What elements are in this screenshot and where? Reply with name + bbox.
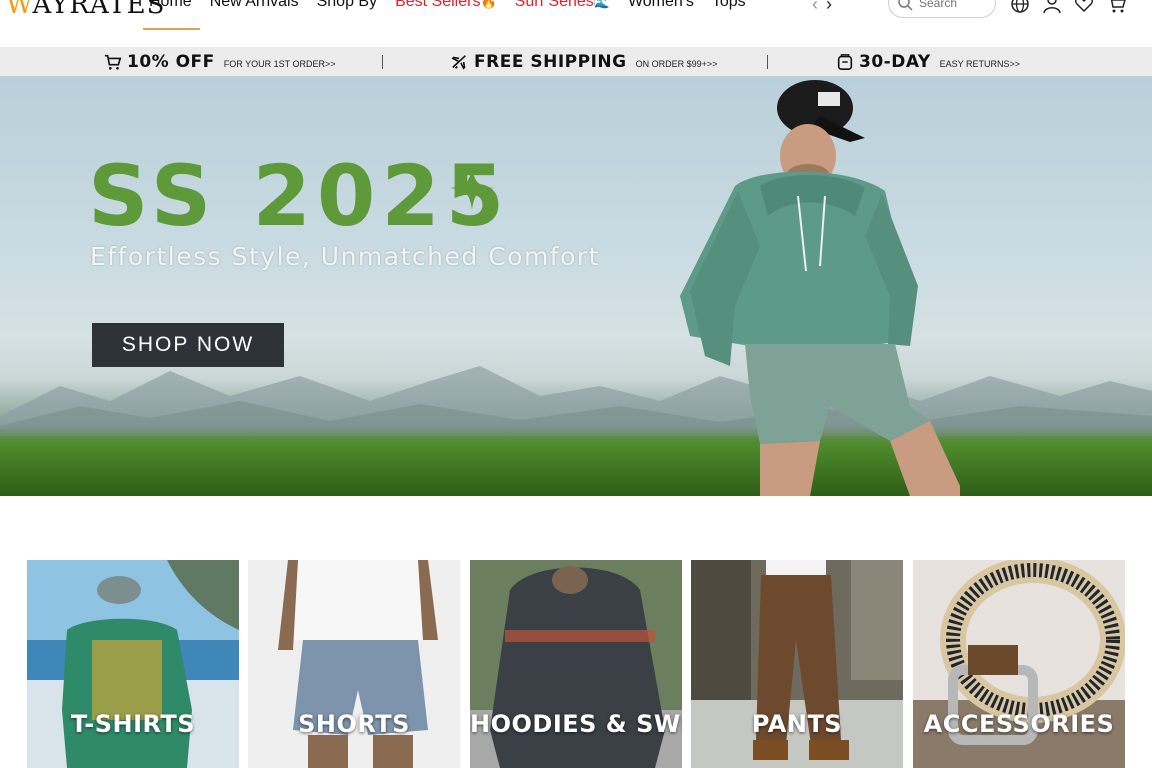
account-icon[interactable] [1042, 0, 1062, 14]
main-nav: Home New Arrivals Shop By Best Sellers🔥 … [149, 0, 764, 18]
brand-logo[interactable]: WAYRATES [6, 0, 165, 20]
promo-bar: 10% OFF FOR YOUR 1ST ORDER>> FREE SHIPPI… [0, 47, 1152, 76]
nav-new-arrivals[interactable]: New Arrivals [210, 0, 317, 18]
return-box-icon [837, 53, 853, 70]
promo-big-text: 10% OFF [127, 51, 215, 72]
sparkle-icon [450, 166, 494, 210]
nav-scroll-arrows: ‹› [812, 0, 840, 15]
chevron-left-icon[interactable]: ‹ [812, 0, 826, 14]
logo-text: AYRATES [32, 0, 166, 20]
cart-icon[interactable] [1107, 0, 1127, 14]
category-label: PANTS [751, 710, 843, 738]
cart-icon [104, 54, 122, 70]
chevron-right-icon[interactable]: › [826, 0, 840, 14]
hero-title: SS 2025 [88, 147, 511, 245]
category-card-tshirts[interactable]: T-SHIRTS [27, 560, 239, 768]
promo-first-order[interactable]: 10% OFF FOR YOUR 1ST ORDER>> [104, 47, 336, 76]
globe-icon[interactable] [1010, 0, 1030, 14]
nav-best-sellers[interactable]: Best Sellers🔥 [395, 0, 515, 18]
promo-divider [382, 55, 383, 69]
nav-best-sellers-label: Best Sellers [395, 0, 481, 10]
category-card-accessories[interactable]: ACCESSORIES [913, 560, 1125, 768]
search-input[interactable] [919, 0, 989, 10]
wave-icon: 🌊 [593, 0, 610, 9]
promo-big-text: FREE SHIPPING [474, 51, 627, 72]
logo-mark: W [6, 0, 33, 20]
search-icon [898, 0, 913, 11]
plane-icon [451, 54, 466, 70]
nav-active-indicator [143, 28, 200, 30]
shop-now-button[interactable]: SHOP NOW [92, 323, 284, 367]
promo-small-text: ON ORDER $99+>> [635, 59, 718, 69]
promo-small-text: EASY RETURNS>> [939, 59, 1021, 69]
nav-home[interactable]: Home [149, 0, 210, 18]
promo-divider [767, 55, 768, 69]
hero-banner[interactable]: SS 2025 Effortless Style, Unmatched Comf… [0, 76, 1152, 496]
promo-small-text: FOR YOUR 1ST ORDER>> [223, 59, 336, 69]
promo-free-shipping[interactable]: FREE SHIPPING ON ORDER $99+>> [451, 47, 717, 76]
category-grid: T-SHIRTS SHORTS HOODIES & SWE... [27, 560, 1125, 768]
nav-surf-series[interactable]: Surf Series🌊 [515, 0, 628, 18]
category-card-pants[interactable]: PANTS [691, 560, 903, 768]
category-card-hoodies[interactable]: HOODIES & SWE... [470, 560, 682, 768]
promo-big-text: 30-DAY [859, 51, 931, 72]
category-label: T-SHIRTS [70, 710, 196, 738]
wishlist-icon[interactable] [1074, 0, 1094, 14]
hero-model-image [680, 80, 960, 496]
hero-subtitle: Effortless Style, Unmatched Comfort [90, 242, 600, 271]
category-label: SHORTS [298, 710, 410, 738]
promo-returns[interactable]: 30-DAY EASY RETURNS>> [836, 47, 1020, 76]
search-box[interactable] [888, 0, 996, 18]
site-header: WAYRATES Home New Arrivals Shop By Best … [0, 0, 1152, 47]
category-label: ACCESSORIES [923, 710, 1115, 738]
nav-tops[interactable]: Tops [712, 0, 764, 18]
category-label: HOODIES & SWE... [470, 710, 682, 738]
nav-surf-series-label: Surf Series [514, 0, 594, 10]
fire-icon: 🔥 [480, 0, 497, 9]
nav-womens[interactable]: Women's [628, 0, 712, 18]
nav-shop-by[interactable]: Shop By [317, 0, 395, 18]
category-card-shorts[interactable]: SHORTS [248, 560, 460, 768]
